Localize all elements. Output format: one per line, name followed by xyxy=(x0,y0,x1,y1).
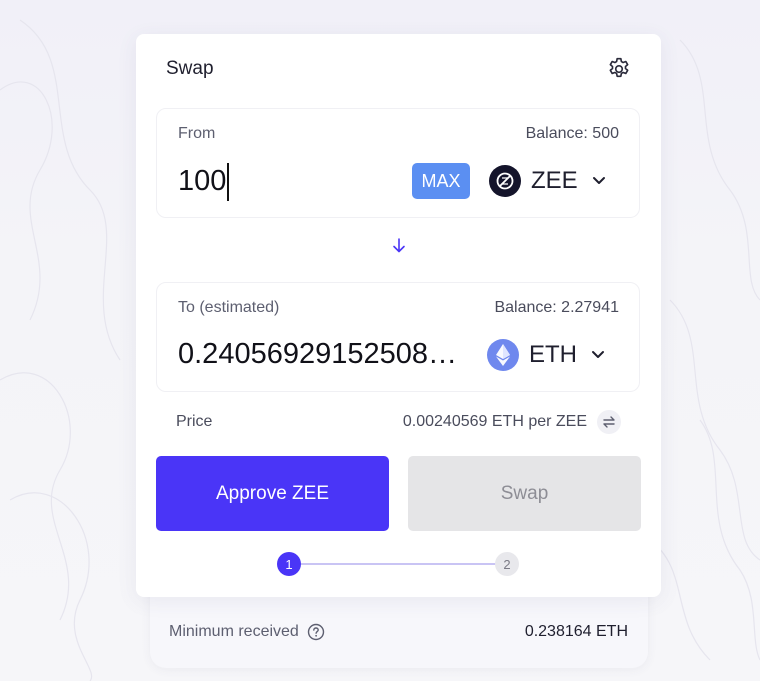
from-token-symbol: ZEE xyxy=(531,167,578,194)
max-button[interactable]: MAX xyxy=(412,163,470,199)
price-value-group: 0.00240569 ETH per ZEE xyxy=(403,410,621,434)
step-indicator: 1 2 xyxy=(277,552,521,576)
chevron-down-icon xyxy=(592,177,605,184)
text-cursor xyxy=(227,163,229,201)
to-token-select[interactable]: ETH xyxy=(487,339,605,371)
approve-button[interactable]: Approve ZEE xyxy=(156,456,389,531)
arrow-down-icon[interactable] xyxy=(390,236,408,256)
to-panel: To (estimated) Balance: 2.27941 0.240569… xyxy=(156,282,640,392)
from-token-select[interactable]: ZEE xyxy=(489,165,606,197)
price-row: Price 0.00240569 ETH per ZEE xyxy=(176,408,621,436)
from-amount-input[interactable] xyxy=(178,161,398,201)
minimum-received-value: 0.238164 ETH xyxy=(524,623,628,640)
price-value: 0.00240569 ETH per ZEE xyxy=(402,413,587,430)
swap-title: Swap xyxy=(166,58,214,79)
step-connector xyxy=(301,563,497,565)
eth-token-icon xyxy=(487,339,519,371)
to-amount-input[interactable]: 0.24056929152508… xyxy=(178,338,470,371)
chevron-down-icon xyxy=(592,351,604,358)
to-label: To (estimated) xyxy=(178,299,280,316)
from-panel: From Balance: 500 MAX ZEE xyxy=(156,108,640,218)
from-label: From xyxy=(178,125,216,142)
minimum-received-label: Minimum received xyxy=(169,623,299,640)
swap-arrows-icon xyxy=(603,416,615,428)
to-token-symbol: ETH xyxy=(529,341,577,368)
step-2: 2 xyxy=(495,552,519,576)
invert-price-button[interactable] xyxy=(597,410,621,434)
minimum-received-row: Minimum received 0.238164 ETH xyxy=(169,618,628,646)
help-icon[interactable] xyxy=(307,623,325,641)
price-label: Price xyxy=(176,413,213,430)
from-balance: Balance: 500 xyxy=(525,125,619,142)
step-1: 1 xyxy=(277,552,301,576)
swap-card: Swap From Balance: 500 MAX ZEE xyxy=(136,34,661,597)
minimum-received-label-group: Minimum received xyxy=(169,623,325,641)
swap-button: Swap xyxy=(408,456,641,531)
zee-token-icon xyxy=(489,165,521,197)
to-balance: Balance: 2.27941 xyxy=(494,299,619,316)
gear-icon[interactable] xyxy=(606,56,632,82)
